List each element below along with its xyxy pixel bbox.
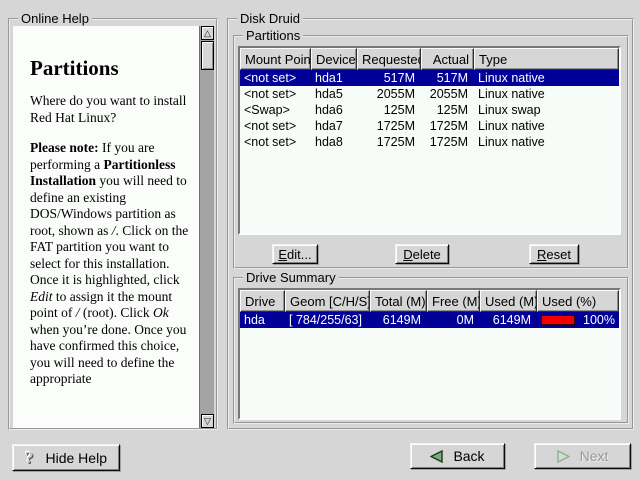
column-header-used-m[interactable]: Used (M) — [480, 290, 537, 312]
device-cell: hda6 — [311, 103, 357, 117]
requested-cell: 2055M — [357, 87, 421, 101]
drive-summary-header-row: Drive Geom [C/H/S] Total (M) Free (M) Us… — [240, 290, 619, 312]
column-header-used-pct[interactable]: Used (%) — [537, 290, 619, 312]
mount-point-cell: <not set> — [240, 135, 311, 149]
used-percent-bar — [541, 315, 575, 325]
used-m-cell: 6149M — [480, 313, 537, 327]
scrollbar-thumb[interactable] — [201, 41, 214, 70]
help-scrollbar[interactable]: △ ▽ — [199, 26, 214, 428]
hide-help-button[interactable]: ? Hide Help — [12, 444, 120, 471]
edit-label: dit... — [287, 247, 312, 262]
next-arrow-icon — [557, 450, 570, 463]
actual-cell: 1725M — [421, 135, 474, 149]
help-note-text: (root). Click — [80, 305, 154, 320]
drive-cell: hda — [240, 313, 285, 327]
help-intro-paragraph: Where do you want to install Red Hat Lin… — [30, 93, 193, 126]
help-text-viewport: Partitions Where do you want to install … — [13, 26, 214, 428]
actual-cell: 1725M — [421, 119, 474, 133]
column-header-total[interactable]: Total (M) — [370, 290, 427, 312]
online-help-panel: Online Help Partitions Where do you want… — [8, 18, 218, 430]
actual-cell: 2055M — [421, 87, 474, 101]
help-note-text: when you’re done. Once you have confirme… — [30, 322, 186, 387]
partition-row-hda7[interactable]: <not set> hda7 1725M 1725M Linux native — [240, 118, 619, 134]
mount-point-cell: <not set> — [240, 71, 311, 85]
back-label: Back — [453, 448, 484, 464]
column-header-requested[interactable]: Requested — [357, 48, 421, 70]
help-content: Partitions Where do you want to install … — [13, 26, 199, 402]
scroll-up-icon[interactable]: △ — [201, 26, 214, 40]
help-title: Partitions — [30, 56, 193, 80]
partitions-group: Partitions Mount Point Device Requested … — [233, 35, 629, 269]
scroll-down-icon[interactable]: ▽ — [201, 414, 214, 428]
actual-cell: 517M — [421, 71, 474, 85]
edit-mnemonic: E — [278, 247, 287, 262]
column-header-type[interactable]: Type — [474, 48, 619, 70]
type-cell: Linux native — [474, 135, 619, 149]
type-cell: Linux native — [474, 71, 619, 85]
next-button[interactable]: Next — [534, 443, 631, 469]
partition-row-hda5[interactable]: <not set> hda5 2055M 2055M Linux native — [240, 86, 619, 102]
drive-summary-group: Drive Summary Drive Geom [C/H/S] Total (… — [233, 277, 629, 424]
help-note-bold: Please note: — [30, 140, 99, 155]
mount-point-cell: <not set> — [240, 87, 311, 101]
type-cell: Linux native — [474, 119, 619, 133]
device-cell: hda1 — [311, 71, 357, 85]
used-pct-value: 100% — [583, 313, 615, 327]
drive-summary-frame-label: Drive Summary — [243, 270, 339, 285]
partitions-frame-label: Partitions — [243, 28, 303, 43]
partitions-header-row: Mount Point Device Requested Actual Type — [240, 48, 619, 70]
requested-cell: 517M — [357, 71, 421, 85]
mount-point-cell: <not set> — [240, 119, 311, 133]
reset-mnemonic: R — [537, 247, 546, 262]
total-cell: 6149M — [370, 313, 427, 327]
device-cell: hda8 — [311, 135, 357, 149]
partitions-table: Mount Point Device Requested Actual Type… — [238, 46, 621, 235]
delete-mnemonic: D — [403, 247, 412, 262]
requested-cell: 1725M — [357, 135, 421, 149]
online-help-frame-label: Online Help — [18, 11, 92, 26]
disk-druid-panel: Disk Druid Partitions Mount Point Device… — [227, 18, 634, 430]
partition-row-hda1[interactable]: <not set> hda1 517M 517M Linux native — [240, 70, 619, 86]
partition-row-hda6[interactable]: <Swap> hda6 125M 125M Linux swap — [240, 102, 619, 118]
column-header-mount-point[interactable]: Mount Point — [240, 48, 311, 70]
column-header-drive[interactable]: Drive — [240, 290, 285, 312]
device-cell: hda7 — [311, 119, 357, 133]
reset-label: eset — [546, 247, 571, 262]
help-note-italic: Edit — [30, 289, 53, 304]
type-cell: Linux swap — [474, 103, 619, 117]
back-arrow-icon — [430, 450, 443, 463]
next-label: Next — [580, 448, 609, 464]
geom-cell: [ 784/255/63] — [285, 313, 370, 327]
hide-help-label: Hide Help — [46, 450, 107, 466]
actual-cell: 125M — [421, 103, 474, 117]
drive-summary-table: Drive Geom [C/H/S] Total (M) Free (M) Us… — [238, 288, 621, 420]
help-note-italic: Ok — [153, 305, 169, 320]
reset-button[interactable]: Reset — [529, 244, 579, 264]
delete-label: elete — [413, 247, 441, 262]
type-cell: Linux native — [474, 87, 619, 101]
column-header-geom[interactable]: Geom [C/H/S] — [285, 290, 370, 312]
requested-cell: 125M — [357, 103, 421, 117]
column-header-device[interactable]: Device — [311, 48, 357, 70]
disk-druid-frame-label: Disk Druid — [237, 11, 303, 26]
delete-button[interactable]: Delete — [395, 244, 449, 264]
requested-cell: 1725M — [357, 119, 421, 133]
edit-button[interactable]: Edit... — [272, 244, 318, 264]
column-header-free[interactable]: Free (M) — [427, 290, 480, 312]
free-cell: 0M — [427, 313, 480, 327]
mount-point-cell: <Swap> — [240, 103, 311, 117]
column-header-actual[interactable]: Actual — [421, 48, 474, 70]
back-button[interactable]: Back — [410, 443, 505, 469]
question-mark-icon: ? — [25, 448, 34, 468]
device-cell: hda5 — [311, 87, 357, 101]
partition-row-hda8[interactable]: <not set> hda8 1725M 1725M Linux native — [240, 134, 619, 150]
used-pct-cell: 100% — [537, 313, 619, 327]
drive-row-hda[interactable]: hda [ 784/255/63] 6149M 0M 6149M 100% — [240, 312, 619, 328]
help-note-paragraph: Please note: If you are performing a Par… — [30, 140, 193, 388]
